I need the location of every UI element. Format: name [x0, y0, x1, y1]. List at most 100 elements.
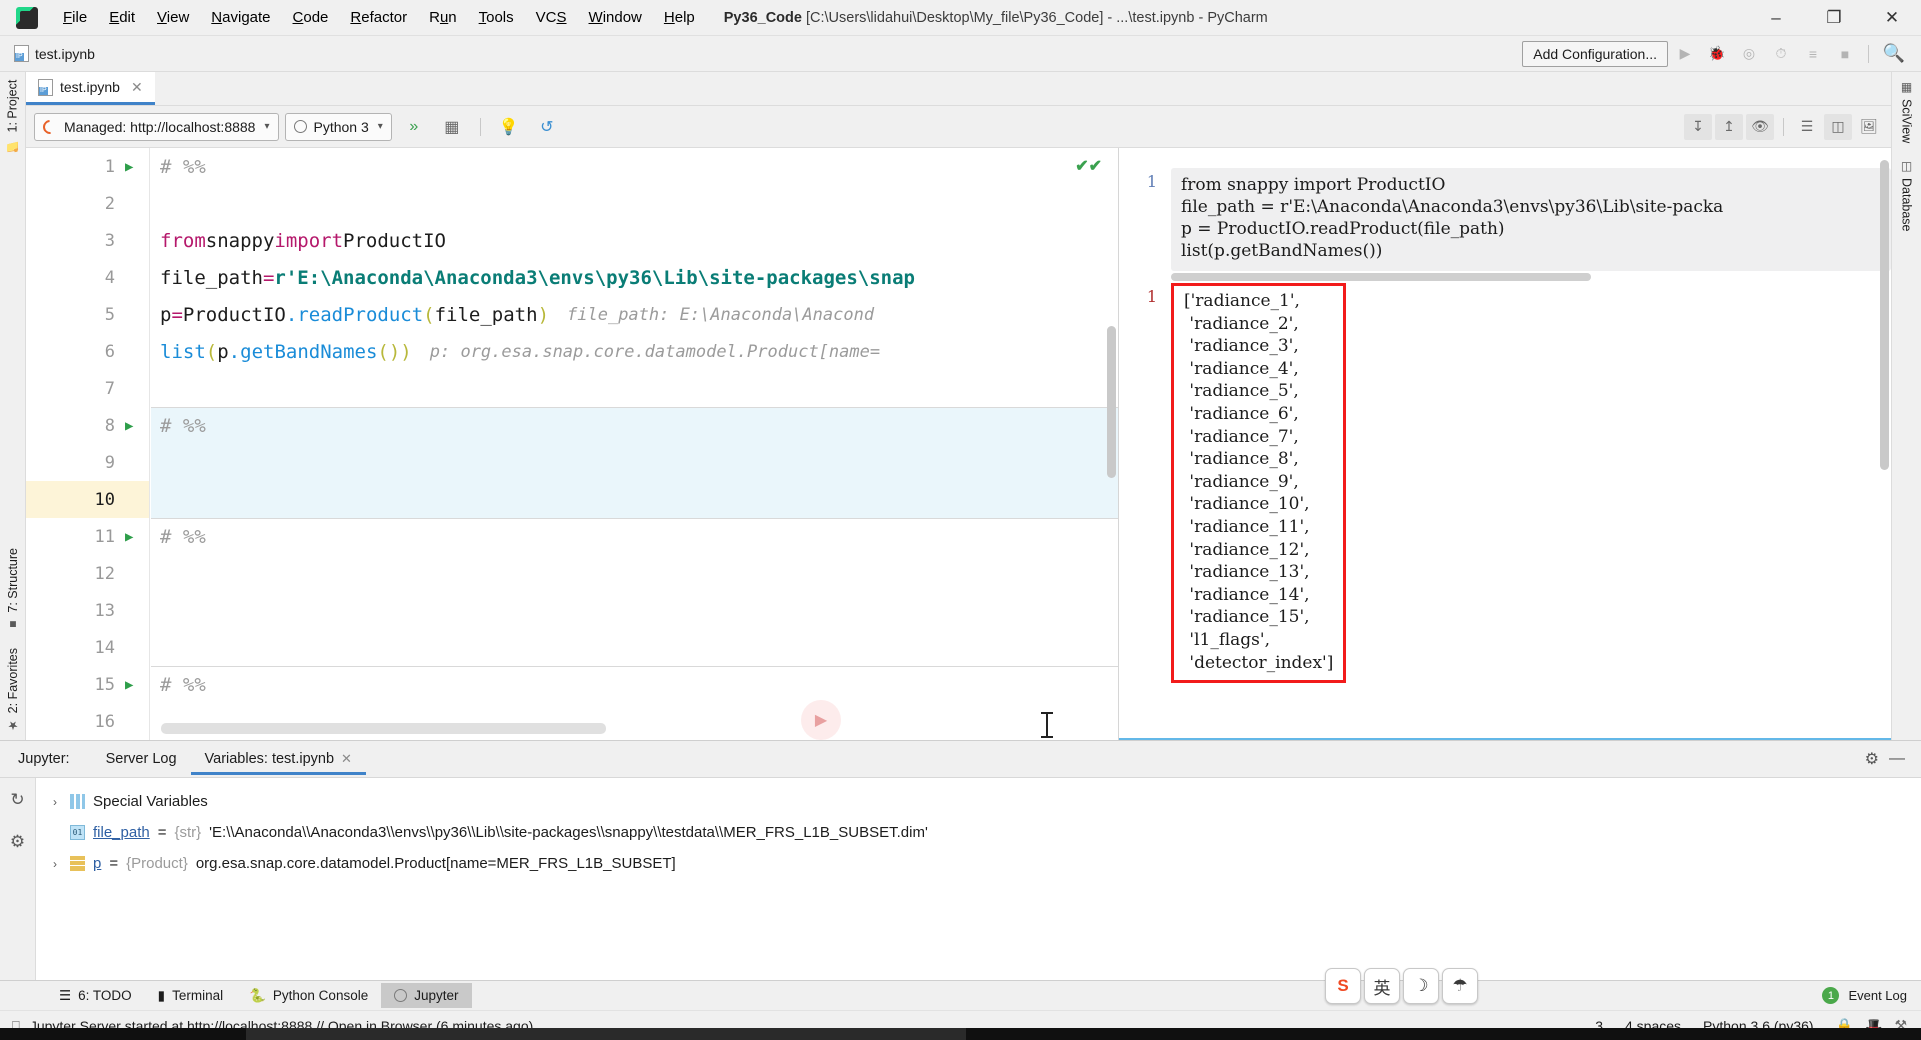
event-log-area[interactable]: 1 Event Log: [1822, 987, 1921, 1004]
run-icon[interactable]: ▶: [1670, 40, 1700, 68]
split-view-icon[interactable]: ◫: [1824, 113, 1852, 140]
code-line: # %%: [151, 518, 1118, 555]
run-cell-icon[interactable]: ▶: [125, 159, 141, 175]
close-icon[interactable]: ✕: [131, 79, 143, 96]
code-editor[interactable]: 1 ▶ 2 3 4 5 6 7 8 ▶ 9 10 11 ▶ 12 13 14 1…: [26, 148, 1119, 740]
run-cell-icon[interactable]: ▶: [125, 677, 141, 693]
sidebar-item-structure[interactable]: ■ 7: Structure: [2, 540, 24, 640]
event-log-label[interactable]: Event Log: [1848, 988, 1907, 1003]
inspection-status-icon[interactable]: ✔✔: [1075, 156, 1102, 176]
run-coverage-icon[interactable]: ◎: [1734, 40, 1764, 68]
run-with-console-icon[interactable]: ≡: [1798, 40, 1828, 68]
run-cell-hover-button[interactable]: ▶: [801, 700, 841, 740]
code-text-area[interactable]: # %% from snappy import ProductIO file_p…: [151, 148, 1118, 740]
toggle-toolbar-icon[interactable]: ☰: [1793, 114, 1821, 140]
minimize-icon[interactable]: —: [1889, 750, 1905, 768]
tab-server-log[interactable]: Server Log: [92, 743, 191, 775]
menu-navigate[interactable]: Navigate: [200, 4, 281, 31]
debug-icon[interactable]: 🐞: [1702, 40, 1732, 68]
list-item[interactable]: › p = {Product} org.esa.snap.core.datamo…: [48, 848, 1921, 879]
expand-toggle-icon[interactable]: ›: [48, 857, 62, 871]
inspections-icon[interactable]: 💡: [493, 112, 525, 142]
kernel-select[interactable]: Python 3 ▾: [284, 112, 392, 141]
editor-vertical-scrollbar[interactable]: [1107, 326, 1116, 478]
run-all-cells-icon[interactable]: »: [398, 112, 430, 142]
run-cell-icon[interactable]: ▶: [125, 529, 141, 545]
tab-variables[interactable]: Variables: test.ipynb ✕: [190, 743, 367, 775]
toolbar-divider: [1783, 117, 1784, 136]
sidebar-item-sciview[interactable]: ▦ SciView: [1892, 72, 1921, 151]
variable-type: {str}: [174, 824, 202, 841]
expand-toggle-icon[interactable]: ›: [48, 795, 62, 809]
move-cell-up-icon[interactable]: ↥: [1715, 113, 1743, 140]
menu-window[interactable]: Window: [578, 4, 653, 31]
menu-view[interactable]: View: [146, 4, 200, 31]
close-icon[interactable]: ✕: [341, 751, 352, 767]
input-horizontal-scrollbar[interactable]: [1171, 273, 1591, 281]
editor-horizontal-scrollbar[interactable]: [161, 723, 606, 734]
gutter-line: 1 ▶: [26, 148, 149, 185]
stop-icon[interactable]: ■: [1830, 40, 1860, 68]
sidebar-item-project[interactable]: 📁 1: Project: [0, 72, 25, 160]
refresh-icon[interactable]: ↻: [10, 790, 24, 810]
sidebar-item-favorites[interactable]: ★ 2: Favorites: [2, 640, 24, 740]
variable-name[interactable]: p: [93, 855, 101, 872]
gear-icon[interactable]: ⚙: [1865, 749, 1879, 769]
menu-tools[interactable]: Tools: [468, 4, 525, 31]
code-line-selected: # %%: [151, 407, 1118, 444]
editor-gutter: 1 ▶ 2 3 4 5 6 7 8 ▶ 9 10 11 ▶ 12 13 14 1…: [26, 148, 150, 740]
profile-icon[interactable]: ⏱: [1766, 40, 1796, 68]
bottom-tool-tabs: ☰ 6: TODO ▮ Terminal 🐍 Python Console Ju…: [0, 980, 1921, 1010]
close-button[interactable]: ✕: [1863, 0, 1921, 36]
notebook-file-icon: [38, 78, 53, 96]
preview-source-icon[interactable]: 👁: [1746, 113, 1774, 140]
settings-icon[interactable]: ⚙: [10, 832, 25, 852]
ime-language-toggle[interactable]: 英: [1364, 968, 1400, 1004]
gutter-line: 13: [94, 600, 115, 621]
code-line: from snappy import ProductIO: [160, 229, 446, 252]
maximize-button[interactable]: ❐: [1805, 0, 1863, 36]
special-variables-icon: [70, 794, 85, 809]
kernel-label: Python 3: [313, 118, 369, 135]
minimize-button[interactable]: –: [1747, 0, 1805, 36]
list-item[interactable]: › Special Variables: [48, 786, 1921, 817]
editor-preview-split: 1 ▶ 2 3 4 5 6 7 8 ▶ 9 10 11 ▶ 12 13 14 1…: [26, 148, 1891, 740]
menu-run[interactable]: Run: [418, 4, 468, 31]
gutter-line: 5: [104, 304, 115, 325]
jupyter-server-select[interactable]: Managed: http://localhost:8888 ▾: [34, 112, 279, 141]
ime-sogou-icon[interactable]: S: [1325, 968, 1361, 1004]
sidebar-item-database[interactable]: ◫ Database: [1892, 151, 1921, 240]
breadcrumb-label: test.ipynb: [35, 45, 95, 62]
list-item[interactable]: 01 file_path = {str} 'E:\\Anaconda\\Anac…: [48, 817, 1921, 848]
gutter-line: 6: [104, 341, 115, 362]
tab-python-console[interactable]: 🐍 Python Console: [236, 983, 381, 1009]
breadcrumb[interactable]: test.ipynb: [14, 45, 95, 62]
run-cell-icon[interactable]: ▶: [125, 418, 141, 434]
variable-name[interactable]: file_path: [93, 824, 150, 841]
title-bar: File Edit View Navigate Code Refactor Ru…: [0, 0, 1921, 36]
preview-vertical-scrollbar[interactable]: [1880, 160, 1889, 470]
tab-terminal[interactable]: ▮ Terminal: [145, 983, 236, 1009]
add-configuration-button[interactable]: Add Configuration...: [1522, 40, 1668, 67]
ime-skin-icon[interactable]: ☂: [1442, 968, 1478, 1004]
tab-jupyter[interactable]: Jupyter: [381, 983, 472, 1008]
tab-todo[interactable]: ☰ 6: TODO: [46, 983, 145, 1009]
menu-file[interactable]: File: [52, 4, 98, 31]
menu-vcs[interactable]: VCS: [525, 4, 578, 31]
restart-kernel-icon[interactable]: ▦: [436, 112, 468, 142]
menu-code[interactable]: Code: [282, 4, 340, 31]
move-cell-down-icon[interactable]: ↧: [1684, 113, 1712, 140]
gutter-line: 11 ▶: [26, 518, 149, 555]
search-everywhere-icon[interactable]: 🔍: [1877, 40, 1911, 68]
ime-moon-icon[interactable]: ☽: [1403, 968, 1439, 1004]
sciview-image-icon[interactable]: 🖼: [1855, 114, 1883, 140]
menu-edit[interactable]: Edit: [98, 4, 146, 31]
menu-help[interactable]: Help: [653, 4, 706, 31]
notebook-input-cell[interactable]: 1 from snappy import ProductIO file_path…: [1119, 168, 1891, 281]
tab-test-ipynb[interactable]: test.ipynb ✕: [26, 72, 155, 105]
menu-refactor[interactable]: Refactor: [339, 4, 418, 31]
update-icon[interactable]: ↺: [531, 112, 563, 142]
notebook-output-cell: 1 ['radiance_1', 'radiance_2', 'radiance…: [1119, 283, 1891, 684]
